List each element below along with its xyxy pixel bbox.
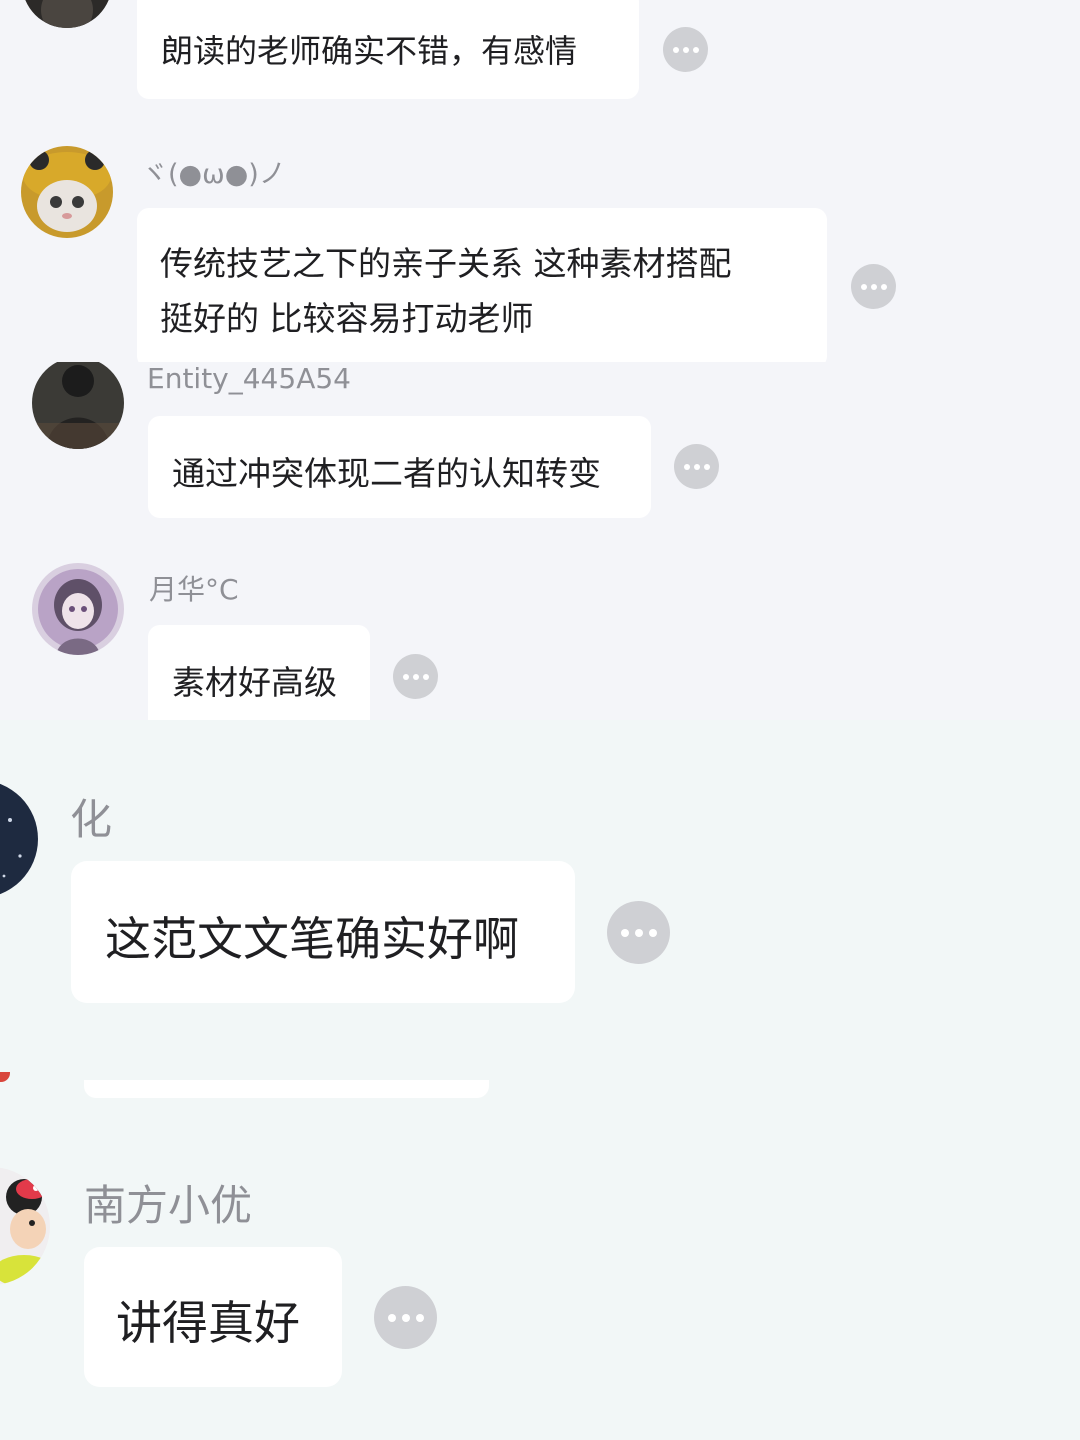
comment-bubble[interactable]: 素材好高级: [148, 625, 370, 720]
cat-in-hat-avatar-icon[interactable]: [21, 146, 113, 238]
cropped-avatar-fragment: [0, 1072, 10, 1082]
night-sky-avatar-icon[interactable]: [0, 780, 38, 898]
more-options-icon[interactable]: [374, 1286, 437, 1349]
comment-text: 朗读的老师确实不错，有感情: [161, 32, 578, 70]
comment-text-line: 挺好的 比较容易打动老师: [160, 299, 534, 338]
more-options-icon[interactable]: [393, 654, 438, 699]
username[interactable]: 南方小优: [84, 1172, 252, 1233]
comment-text: 通过冲突体现二者的认知转变: [172, 454, 601, 493]
comment-text-line: 传统技艺之下的亲子关系 这种素材搭配: [160, 244, 732, 283]
username[interactable]: 月华°C: [149, 568, 239, 608]
comment-bubble[interactable]: 传统技艺之下的亲子关系 这种素材搭配 挺好的 比较容易打动老师: [137, 208, 827, 362]
username[interactable]: 化: [70, 786, 112, 847]
comment-bubble[interactable]: 这范文文笔确实好啊: [71, 861, 575, 1003]
more-options-icon[interactable]: [607, 901, 670, 964]
anime-girl-avatar-icon[interactable]: [32, 563, 124, 655]
username[interactable]: Entity_445A54: [147, 362, 351, 395]
comment-text: 这范文文笔确实好啊: [105, 912, 519, 966]
comment-panel-2: Entity_445A54 通过冲突体现二者的认知转变 月华°C 素材好高级: [0, 362, 1066, 720]
more-options-icon[interactable]: [663, 27, 708, 72]
comment-panel-1: 朗读的老师确实不错，有感情 ヾ(●ω●)ノ 传统技艺之下的亲子关系 这种素材搭配…: [0, 0, 1056, 362]
cartoon-mouse-avatar-icon[interactable]: [0, 1167, 50, 1285]
comment-bubble[interactable]: 讲得真好: [84, 1247, 342, 1387]
comment-bubble[interactable]: 通过冲突体现二者的认知转变: [148, 416, 651, 518]
comment-text: 素材好高级: [172, 663, 337, 702]
username[interactable]: ヾ(●ω●)ノ: [141, 152, 286, 191]
cropped-comment-bubble: [84, 1080, 489, 1098]
comment-text: 讲得真好: [116, 1296, 300, 1350]
more-options-icon[interactable]: [674, 444, 719, 489]
comment-panel-3: 化 这范文文笔确实好啊 南方小优 讲得真好: [0, 720, 1080, 1440]
more-options-icon[interactable]: [851, 264, 896, 309]
comment-bubble[interactable]: 朗读的老师确实不错，有感情: [137, 0, 639, 99]
dark-photo-avatar-icon[interactable]: [22, 0, 112, 28]
dark-figure-avatar-icon[interactable]: [32, 362, 124, 449]
